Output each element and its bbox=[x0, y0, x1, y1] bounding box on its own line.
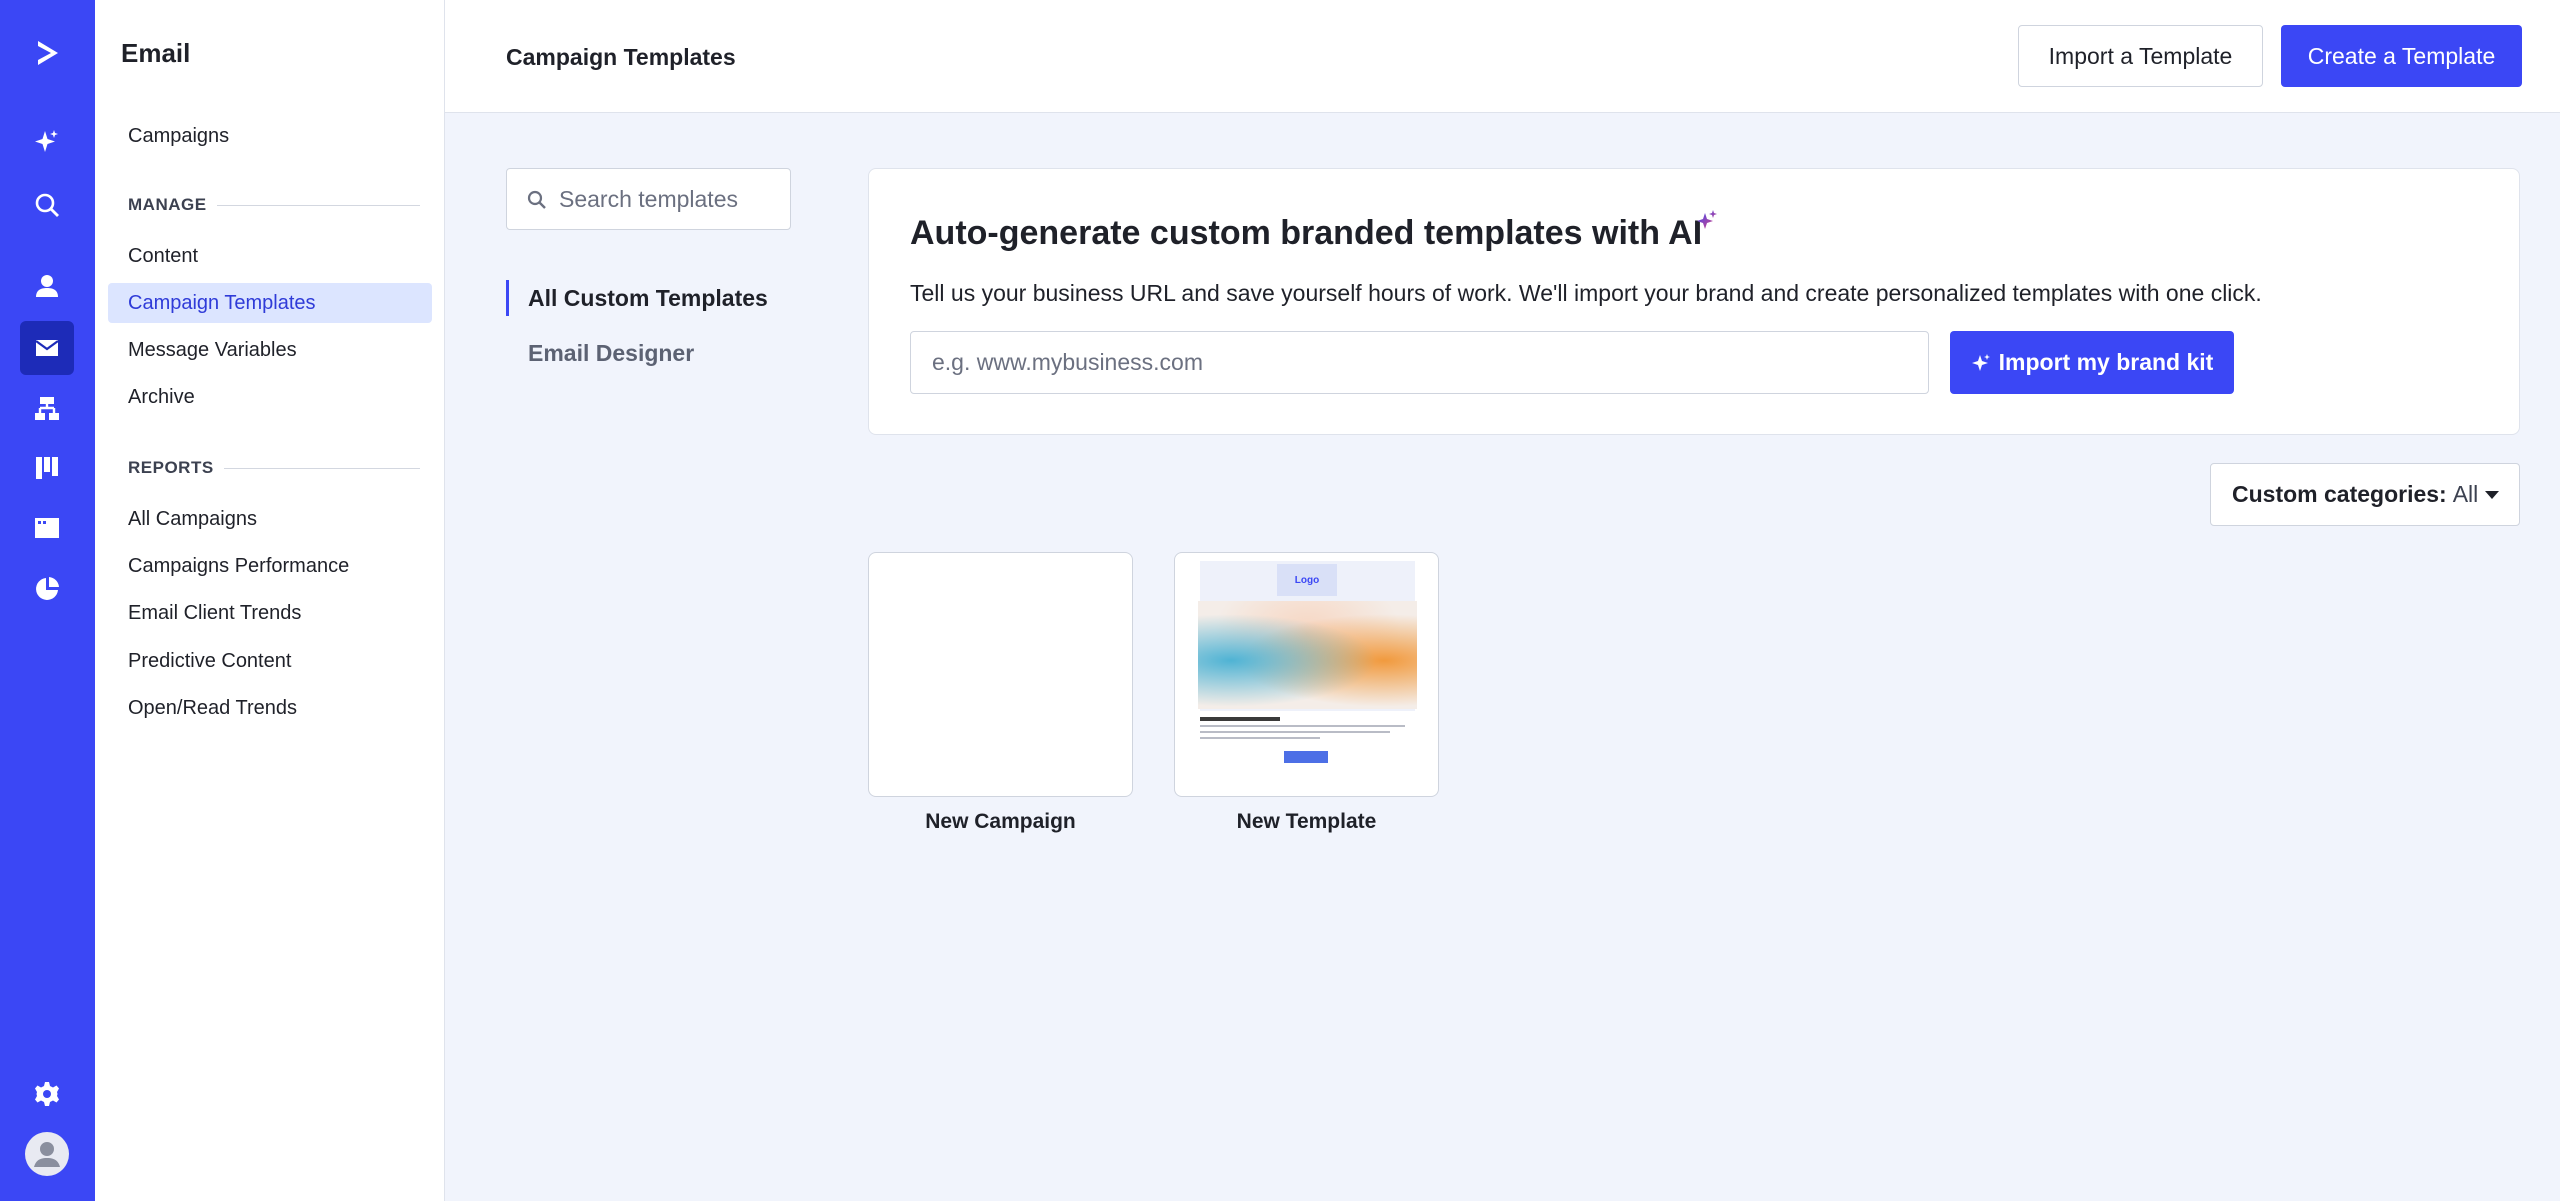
preview-body bbox=[1200, 711, 1415, 796]
chevron-down-icon bbox=[2485, 491, 2499, 499]
secondary-nav: Email Campaigns MANAGE Content Campaign … bbox=[95, 0, 445, 1201]
tab-email-designer[interactable]: Email Designer bbox=[506, 335, 694, 371]
sparkle-icon[interactable] bbox=[20, 115, 74, 169]
page-header: Campaign Templates Import a Template Cre… bbox=[445, 0, 2560, 113]
preview-text-line bbox=[1200, 731, 1390, 733]
nav-item-email-client-trends[interactable]: Email Client Trends bbox=[108, 593, 432, 633]
section-header-manage: MANAGE bbox=[128, 193, 420, 217]
preview-text-line bbox=[1200, 737, 1320, 739]
business-url-input[interactable] bbox=[910, 331, 1929, 394]
preview-text-line bbox=[1200, 725, 1405, 727]
divider bbox=[223, 467, 420, 469]
nav-item-all-campaigns[interactable]: All Campaigns bbox=[108, 499, 432, 539]
reports-icon[interactable] bbox=[20, 562, 74, 616]
section-title: Email bbox=[121, 38, 191, 68]
template-name: New Campaign bbox=[925, 810, 1076, 833]
search-icon[interactable] bbox=[20, 178, 74, 232]
page-title: Campaign Templates bbox=[506, 44, 736, 70]
dropdown-label: Custom categories: bbox=[2232, 481, 2447, 507]
user-avatar-icon[interactable] bbox=[20, 1127, 74, 1181]
nav-item-campaign-templates[interactable]: Campaign Templates bbox=[108, 283, 432, 323]
section-header-label: MANAGE bbox=[128, 195, 207, 214]
search-icon bbox=[527, 190, 546, 209]
ai-template-card: Auto-generate custom branded templates w… bbox=[868, 168, 2520, 435]
ai-card-description: Tell us your business URL and save yours… bbox=[910, 280, 2262, 306]
sparkle-icon bbox=[1971, 353, 1990, 371]
app-rail bbox=[0, 0, 95, 1201]
create-template-button[interactable]: Create a Template bbox=[2281, 25, 2522, 87]
import-brand-kit-button[interactable]: Import my brand kit bbox=[1950, 331, 2234, 394]
email-icon[interactable] bbox=[20, 321, 74, 375]
tab-all-custom-templates[interactable]: All Custom Templates bbox=[506, 280, 768, 316]
search-box bbox=[506, 168, 791, 230]
template-name: New Template bbox=[1236, 810, 1377, 833]
automations-icon[interactable] bbox=[20, 382, 74, 436]
nav-item-campaigns-performance[interactable]: Campaigns Performance bbox=[108, 546, 432, 586]
new-campaign-thumbnail[interactable] bbox=[868, 552, 1133, 797]
new-template-thumbnail[interactable]: Logo bbox=[1174, 552, 1439, 797]
pipelines-icon[interactable] bbox=[20, 441, 74, 495]
website-icon[interactable] bbox=[20, 501, 74, 555]
settings-icon[interactable] bbox=[20, 1067, 74, 1121]
ai-sparkle-icon bbox=[1697, 210, 1717, 229]
activecampaign-logo-icon[interactable] bbox=[20, 26, 74, 80]
section-header-reports: REPORTS bbox=[128, 456, 420, 480]
template-preview: Logo bbox=[1198, 561, 1417, 796]
nav-item-archive[interactable]: Archive bbox=[108, 377, 432, 417]
nav-item-open-read-trends[interactable]: Open/Read Trends bbox=[108, 688, 432, 728]
preview-heading bbox=[1200, 717, 1280, 721]
preview-button bbox=[1284, 751, 1328, 763]
import-brand-kit-label: Import my brand kit bbox=[1998, 349, 2214, 375]
contacts-icon[interactable] bbox=[20, 259, 74, 313]
nav-item-campaigns[interactable]: Campaigns bbox=[108, 116, 432, 156]
search-input[interactable] bbox=[559, 169, 787, 229]
preview-logo: Logo bbox=[1277, 564, 1337, 596]
nav-item-predictive-content[interactable]: Predictive Content bbox=[108, 641, 432, 681]
nav-item-content[interactable]: Content bbox=[108, 236, 432, 276]
divider bbox=[216, 204, 420, 206]
custom-categories-dropdown[interactable]: Custom categories: All bbox=[2210, 463, 2520, 526]
nav-item-message-variables[interactable]: Message Variables bbox=[108, 330, 432, 370]
dropdown-value: All bbox=[2452, 481, 2479, 507]
preview-hero-image bbox=[1198, 601, 1417, 709]
section-header-label: REPORTS bbox=[128, 458, 214, 477]
ai-card-title: Auto-generate custom branded templates w… bbox=[910, 214, 1703, 252]
import-template-button[interactable]: Import a Template bbox=[2018, 25, 2263, 87]
